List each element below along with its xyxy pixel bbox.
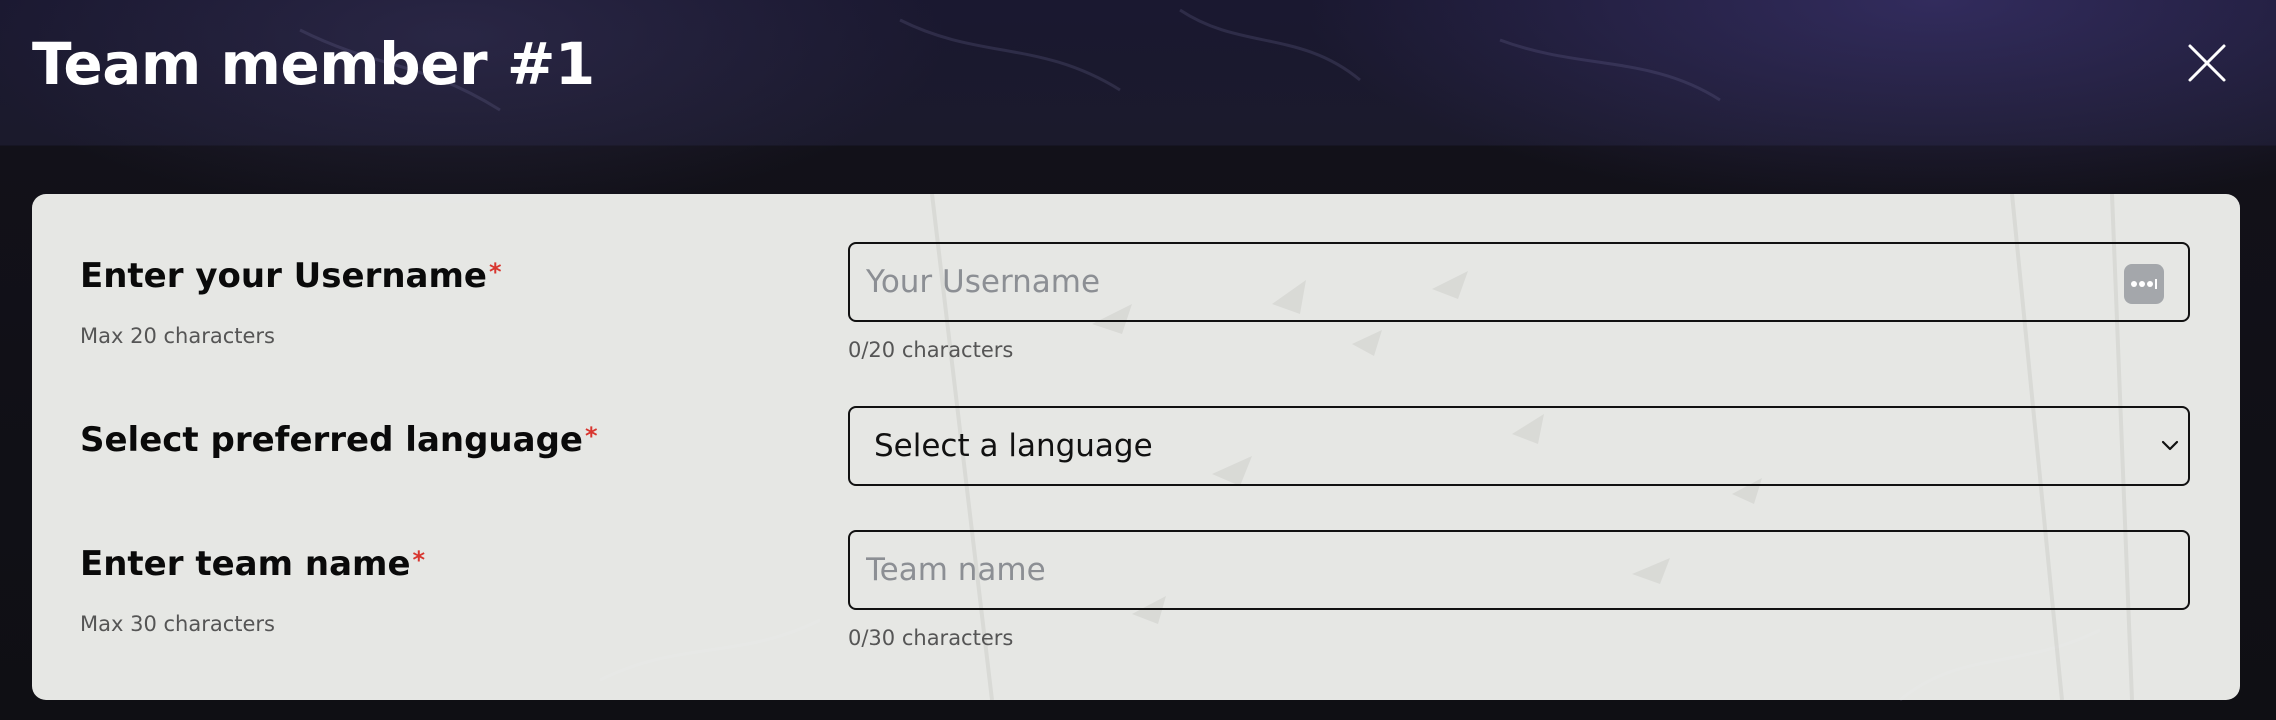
- modal-header: Team member #1: [0, 0, 2276, 145]
- more-dots-icon: [2131, 279, 2157, 289]
- username-label-text: Enter your Username: [80, 256, 487, 296]
- language-select[interactable]: Select a language: [848, 406, 2190, 486]
- language-label-text: Select preferred language: [80, 420, 583, 460]
- team-name-label: Enter team name*: [80, 542, 425, 586]
- required-indicator: *: [489, 258, 502, 286]
- team-name-input[interactable]: [850, 532, 2188, 608]
- username-input[interactable]: [850, 244, 2188, 320]
- team-member-form: Enter your Username* Max 20 characters 0…: [32, 194, 2240, 700]
- username-counter: 0/20 characters: [848, 338, 1014, 362]
- team-name-counter: 0/30 characters: [848, 626, 1014, 650]
- username-label: Enter your Username*: [80, 254, 502, 298]
- chevron-down-icon: [2161, 440, 2179, 451]
- required-indicator: *: [412, 546, 426, 574]
- team-name-hint: Max 30 characters: [80, 612, 275, 636]
- language-select-value: Select a language: [874, 428, 1153, 464]
- team-name-field-box: [848, 530, 2190, 610]
- team-name-label-text: Enter team name: [80, 544, 411, 584]
- close-button[interactable]: [2180, 36, 2234, 90]
- required-indicator: *: [584, 422, 598, 450]
- password-manager-icon[interactable]: [2124, 264, 2164, 304]
- language-label: Select preferred language*: [80, 418, 598, 462]
- username-field-box: [848, 242, 2190, 322]
- page-title: Team member #1: [32, 30, 595, 98]
- close-icon: [2188, 44, 2226, 82]
- username-hint: Max 20 characters: [80, 324, 275, 348]
